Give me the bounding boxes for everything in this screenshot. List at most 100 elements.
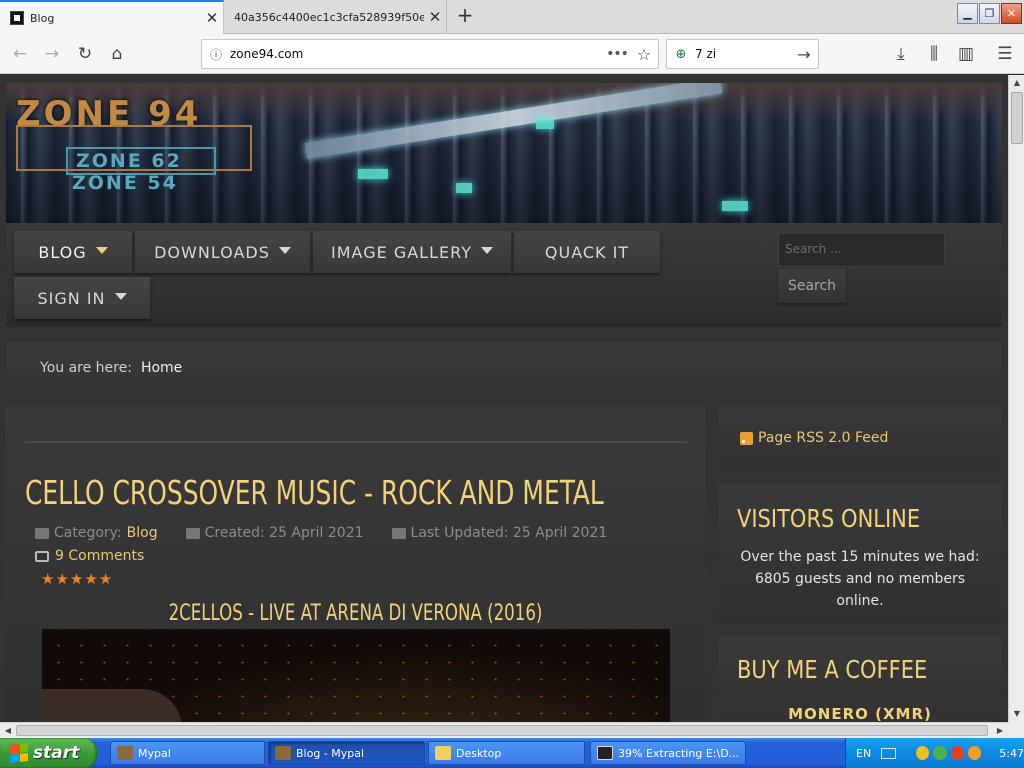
star-icon[interactable]: ★ (70, 570, 84, 588)
search-engine-icon[interactable]: ⊕ (667, 47, 695, 62)
folder-icon (35, 527, 49, 539)
chevron-down-icon (480, 246, 493, 254)
task-extracting[interactable]: 39% Extracting E:\D... (590, 741, 746, 765)
menu-quack-it[interactable]: QUACK IT (514, 231, 660, 273)
scroll-right-icon[interactable]: ▶ (992, 723, 1008, 738)
article-meta: Category: Blog Created: 25 April 2021 La… (35, 525, 607, 541)
home-icon[interactable]: ⌂ (105, 42, 129, 66)
tab-hash[interactable]: 40a356c4400ec1c3cfa528939f50e429 ✕ (225, 0, 447, 34)
star-icon[interactable]: ★ (41, 570, 55, 588)
calendar-icon (185, 527, 200, 539)
rss-label: Page RSS 2.0 Feed (758, 430, 889, 446)
language-indicator[interactable]: EN (856, 747, 881, 760)
close-window-icon[interactable]: ✕ (1001, 3, 1022, 24)
scroll-down-icon[interactable]: ▼ (1009, 706, 1024, 722)
star-rating[interactable]: ★★★★★ (41, 570, 113, 588)
tab-blog[interactable]: Blog ✕ (0, 0, 224, 34)
menu-downloads[interactable]: DOWNLOADS (135, 231, 310, 273)
menu-sign-in[interactable]: SIGN IN (14, 277, 150, 319)
search-icon[interactable] (967, 746, 982, 760)
article-subtitle: 2CELLOS - LIVE AT ARENA DI VERONA (2016) (5, 601, 706, 626)
sidebar-icon[interactable]: ▥ (954, 42, 978, 66)
task-blog-mypal[interactable]: Blog - Mypal (268, 741, 425, 765)
bookmark-star-icon[interactable]: ☆ (630, 45, 658, 64)
network-icon[interactable] (933, 746, 947, 760)
start-button[interactable]: start (0, 738, 97, 768)
site-search-button[interactable]: Search (778, 269, 846, 303)
star-icon[interactable]: ★ (84, 570, 98, 588)
windows-logo-icon (10, 743, 28, 763)
article-title[interactable]: CELLO CROSSOVER MUSIC - ROCK AND METAL (25, 473, 604, 512)
url-bar[interactable]: ⓘ zone94.com ••• ☆ (201, 39, 659, 69)
site-search-input[interactable]: Search ... (778, 233, 945, 267)
close-tab-icon[interactable]: ✕ (424, 8, 446, 26)
scroll-thumb[interactable] (1011, 92, 1023, 144)
scroll-corner (1008, 722, 1024, 738)
scroll-thumb[interactable] (16, 725, 988, 736)
keyboard-icon[interactable] (880, 747, 897, 759)
forward-icon[interactable]: → (40, 42, 64, 66)
info-icon[interactable]: ⓘ (202, 46, 230, 63)
star-icon[interactable]: ★ (99, 570, 113, 588)
system-tray: EN 5:47 (845, 738, 1024, 768)
banner-light (536, 119, 554, 129)
task-label: Desktop (456, 746, 502, 760)
page-actions-icon[interactable]: ••• (604, 46, 630, 62)
vertical-scrollbar[interactable]: ▲ ▼ (1008, 75, 1024, 722)
site-logo[interactable]: ZONE 94 ZONE 62 ZONE 54 (16, 95, 252, 193)
breadcrumb-home-link[interactable]: Home (141, 360, 182, 376)
banner-light (358, 169, 388, 179)
comments-link[interactable]: 9 Comments (35, 548, 144, 564)
tab-title: Blog (30, 11, 55, 25)
comments-count: 9 Comments (55, 548, 145, 564)
video-player[interactable] (42, 629, 670, 722)
search-go-icon[interactable]: → (790, 45, 818, 64)
menu-blog[interactable]: BLOG (14, 231, 132, 273)
task-desktop[interactable]: Desktop (428, 741, 585, 765)
security-icon[interactable] (950, 746, 964, 760)
chevron-down-icon (114, 292, 127, 300)
logo-line2: ZONE 62 (66, 147, 216, 175)
start-label: start (33, 743, 80, 763)
category-label: Category: (54, 525, 122, 541)
tab-strip: Blog ✕ 40a356c4400ec1c3cfa528939f50e429 … (0, 0, 1024, 34)
main-menu: BLOG DOWNLOADS IMAGE GALLERY QUACK IT SI… (6, 223, 1002, 327)
clock: 5:47 (999, 746, 1024, 760)
new-tab-icon[interactable]: + (452, 3, 478, 29)
article: CELLO CROSSOVER MUSIC - ROCK AND METAL C… (5, 407, 706, 722)
search-value[interactable]: 7 zi (695, 47, 790, 61)
taskbar: start Mypal Blog - Mypal Desktop 39% Ext… (0, 738, 1024, 768)
scroll-up-icon[interactable]: ▲ (1009, 75, 1024, 91)
site-banner: ZONE 94 ZONE 62 ZONE 54 (6, 83, 1002, 224)
logo-line3: ZONE 54 (72, 172, 178, 194)
breadcrumb-prefix: You are here: (40, 360, 132, 376)
breadcrumb: You are here: Home (6, 342, 1002, 394)
subtitle-text: 2CELLOS - LIVE AT ARENA DI VERONA (2016) (168, 601, 543, 626)
menu-image-gallery[interactable]: IMAGE GALLERY (313, 231, 511, 273)
shield-icon[interactable] (916, 746, 930, 760)
task-mypal[interactable]: Mypal (110, 741, 265, 765)
back-icon[interactable]: ← (8, 42, 32, 66)
menu-icon[interactable]: ☰ (993, 42, 1017, 66)
star-icon[interactable]: ★ (55, 570, 69, 588)
library-icon[interactable]: ⫼ (922, 42, 946, 66)
url-text[interactable]: zone94.com (230, 47, 604, 61)
visitors-online-module: VISITORS ONLINE Over the past 15 minutes… (718, 484, 1002, 624)
7zip-icon (597, 746, 613, 760)
mypal-icon (275, 746, 291, 760)
window-controls: ▁ ❐ ✕ (957, 3, 1022, 24)
minimize-icon[interactable]: ▁ (957, 3, 978, 24)
restore-icon[interactable]: ❐ (979, 3, 1000, 24)
updated-date: Last Updated: 25 April 2021 (410, 525, 608, 541)
category-link[interactable]: Blog (127, 525, 158, 541)
reload-icon[interactable]: ↻ (73, 42, 97, 66)
search-bar[interactable]: ⊕ 7 zi → (666, 39, 819, 69)
rss-feed-link[interactable]: Page RSS 2.0 Feed (718, 407, 1002, 469)
close-tab-icon[interactable]: ✕ (201, 9, 223, 27)
task-label: Blog - Mypal (296, 746, 365, 760)
nav-toolbar: ← → ↻ ⌂ ⓘ zone94.com ••• ☆ ⊕ 7 zi → ⤓ ⫼ … (0, 34, 1024, 74)
downloads-icon[interactable]: ⤓ (889, 42, 913, 66)
scroll-left-icon[interactable]: ◀ (0, 723, 16, 738)
horizontal-scrollbar[interactable]: ◀ ▶ (0, 722, 1008, 738)
visitors-heading: VISITORS ONLINE (737, 504, 921, 533)
